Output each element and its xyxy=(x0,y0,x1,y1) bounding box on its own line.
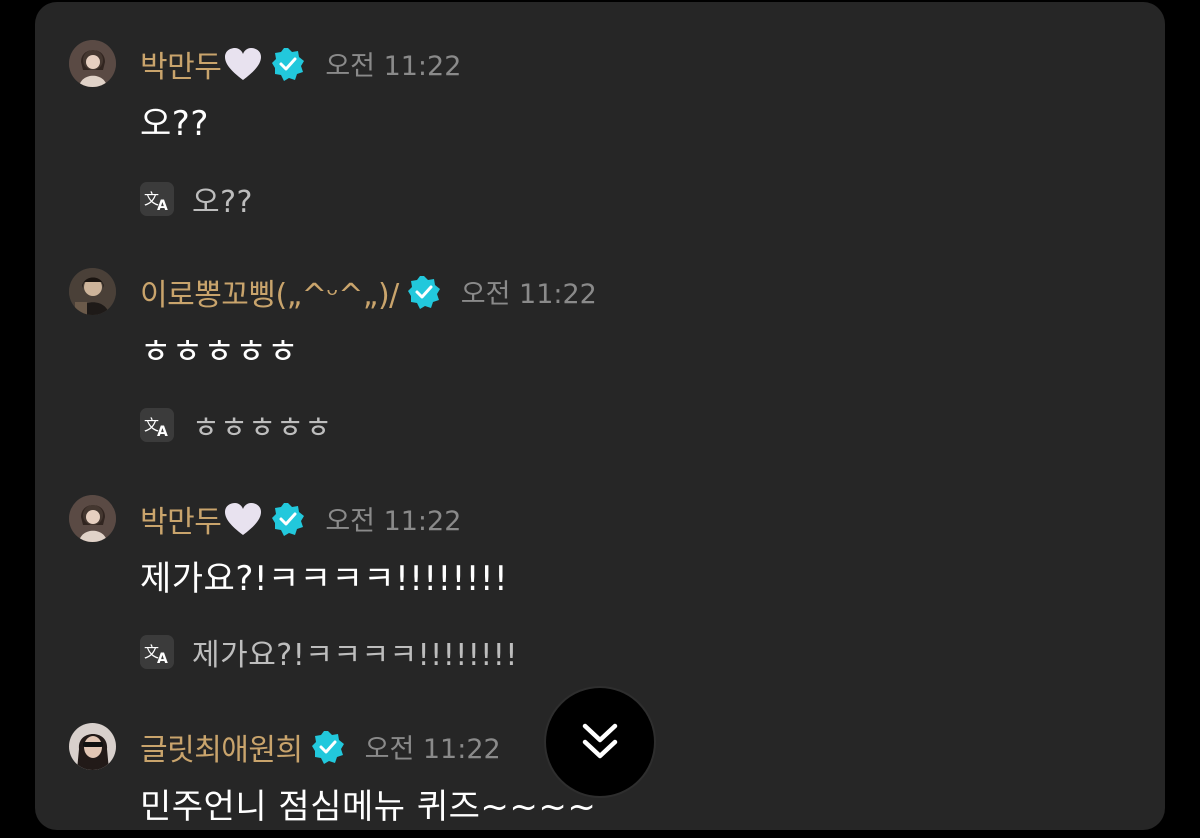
message-text: ㅎㅎㅎㅎㅎ xyxy=(140,332,299,372)
verified-badge-icon xyxy=(272,47,305,81)
avatar[interactable] xyxy=(69,723,116,770)
translation-row[interactable]: 文 A ㅎㅎㅎㅎㅎ xyxy=(140,406,333,446)
message-header: 박만두 오전 11:22 xyxy=(140,40,461,87)
translate-icon: 文 A xyxy=(140,635,174,669)
username[interactable]: 글릿최애원희 xyxy=(140,725,303,769)
scroll-to-bottom-button[interactable] xyxy=(544,686,656,798)
translation-row[interactable]: 文 A 제가요?!ㅋㅋㅋㅋ!!!!!!!! xyxy=(140,633,518,673)
timestamp: 오전 11:22 xyxy=(325,506,462,537)
translation-text: 오?? xyxy=(192,185,253,220)
timestamp: 오전 11:22 xyxy=(364,734,501,765)
message-text: 제가요?!ㅋㅋㅋㅋ!!!!!!!! xyxy=(140,559,509,599)
username[interactable]: 이로뽕꼬삥(„^ᵕ^„)/ xyxy=(140,270,399,314)
white-heart-icon xyxy=(225,502,262,535)
message-header: 이로뽕꼬삥(„^ᵕ^„)/ 오전 11:22 xyxy=(140,268,597,315)
timestamp: 오전 11:22 xyxy=(325,51,462,82)
username[interactable]: 박만두 xyxy=(140,497,222,541)
svg-text:A: A xyxy=(157,651,168,667)
double-chevron-down-icon xyxy=(582,723,618,759)
verified-badge-icon xyxy=(272,502,305,536)
svg-text:A: A xyxy=(157,198,168,214)
translate-icon: 文 A xyxy=(140,408,174,442)
message-header: 박만두 오전 11:22 xyxy=(140,495,461,542)
username[interactable]: 박만두 xyxy=(140,42,222,86)
avatar[interactable] xyxy=(69,268,116,315)
message-text: 민주언니 점심메뉴 퀴즈~~~~ xyxy=(140,787,597,827)
translation-text: ㅎㅎㅎㅎㅎ xyxy=(192,411,333,446)
translate-icon: 文 A xyxy=(140,182,174,216)
avatar[interactable] xyxy=(69,40,116,87)
verified-badge-icon xyxy=(407,275,440,309)
verified-badge-icon xyxy=(311,730,344,764)
translation-text: 제가요?!ㅋㅋㅋㅋ!!!!!!!! xyxy=(192,638,518,673)
translation-row[interactable]: 文 A 오?? xyxy=(140,180,253,220)
avatar[interactable] xyxy=(69,495,116,542)
timestamp: 오전 11:22 xyxy=(460,279,597,310)
white-heart-icon xyxy=(225,47,262,80)
message-header: 글릿최애원희 오전 11:22 xyxy=(140,723,501,770)
svg-text:A: A xyxy=(157,424,168,440)
message-text: 오?? xyxy=(140,104,209,144)
